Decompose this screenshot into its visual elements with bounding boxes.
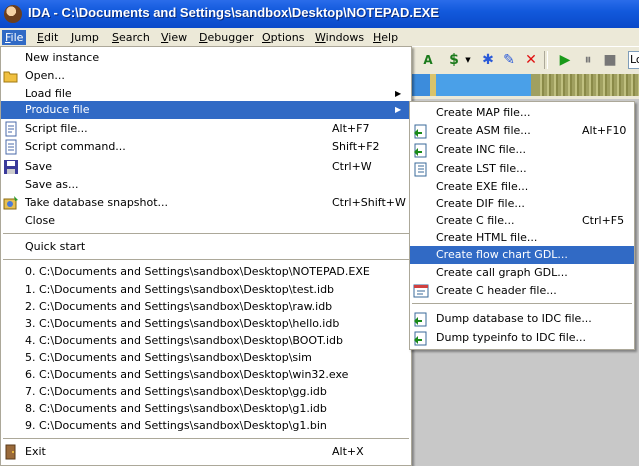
menu-item-create-asm[interactable]: Create ASM file... Alt+F10 [410, 122, 634, 140]
recent-file-item[interactable]: 0. C:\Documents and Settings\sandbox\Des… [1, 263, 411, 281]
menu-item-create-flow-chart[interactable]: Create flow chart GDL... [410, 246, 634, 264]
chevron-down-icon[interactable]: ▼ [460, 52, 476, 68]
title-bar: IDA - C:\Documents and Settings\sandbox\… [0, 0, 639, 28]
menu-item-open[interactable]: Open... [1, 67, 411, 85]
snapshot-icon [3, 196, 18, 210]
script-command-icon [5, 139, 17, 155]
menu-item-save-as[interactable]: Save as... [1, 176, 411, 194]
floppy-disk-icon [4, 160, 18, 174]
menu-item-create-dif[interactable]: Create DIF file... [410, 195, 634, 213]
menu-item-dump-typeinfo[interactable]: Dump typeinfo to IDC file... [410, 329, 634, 347]
ida-app-icon[interactable] [4, 5, 22, 23]
recent-file-item[interactable]: 9. C:\Documents and Settings\sandbox\Des… [1, 417, 411, 435]
menu-separator [3, 438, 409, 439]
menu-item-create-exe[interactable]: Create EXE file... [410, 178, 634, 196]
menu-item-take-snapshot[interactable]: Take database snapshot... Ctrl+Shift+W [1, 194, 411, 212]
menu-file[interactable]: File [2, 30, 27, 45]
open-folder-icon [3, 71, 18, 83]
asm-file-icon [414, 124, 427, 139]
recent-file-item[interactable]: 6. C:\Documents and Settings\sandbox\Des… [1, 366, 411, 384]
menu-item-save[interactable]: Save Ctrl+W [1, 158, 411, 176]
recent-file-item[interactable]: 7. C:\Documents and Settings\sandbox\Des… [1, 383, 411, 401]
recent-file-item[interactable]: 5. C:\Documents and Settings\sandbox\Des… [1, 349, 411, 367]
menu-separator [412, 303, 632, 304]
rename-icon[interactable]: ✎ [501, 52, 517, 68]
debugger-combo[interactable]: Lo [628, 51, 639, 69]
menu-item-create-lst[interactable]: Create LST file... [410, 160, 634, 178]
menu-item-script-file[interactable]: Script file... Alt+F7 [1, 120, 411, 138]
menu-jump[interactable]: Jump [68, 30, 102, 45]
star-icon[interactable]: ✱ [480, 52, 496, 68]
toolbar: A $ ▼ ✱ ✎ ✕ ▶ ⏸ ■ [412, 46, 639, 73]
menu-separator [3, 259, 409, 260]
recent-file-item[interactable]: 8. C:\Documents and Settings\sandbox\Des… [1, 400, 411, 418]
menu-item-create-c[interactable]: Create C file... Ctrl+F5 [410, 212, 634, 230]
c-header-icon [413, 284, 429, 298]
menu-item-create-inc[interactable]: Create INC file... [410, 141, 634, 159]
window-title: IDA - C:\Documents and Settings\sandbox\… [28, 5, 439, 20]
recent-file-item[interactable]: 1. C:\Documents and Settings\sandbox\Des… [1, 281, 411, 299]
lst-file-icon [414, 162, 427, 177]
menu-item-create-html[interactable]: Create HTML file... [410, 229, 634, 247]
dump-typeinfo-icon [414, 331, 427, 346]
produce-file-submenu: Create MAP file... Create ASM file... Al… [409, 101, 635, 350]
recent-file-item[interactable]: 2. C:\Documents and Settings\sandbox\Des… [1, 298, 411, 316]
menu-bar: File Edit Jump Search View Debugger Opti… [0, 28, 639, 46]
menu-debugger[interactable]: Debugger [196, 30, 256, 45]
file-menu: New instance Open... Load file ▶ Produce… [0, 46, 412, 466]
menu-item-script-command[interactable]: Script command... Shift+F2 [1, 138, 411, 156]
menu-windows[interactable]: Windows [312, 30, 367, 45]
menu-search[interactable]: Search [109, 30, 153, 45]
toolbar-separator [544, 51, 548, 69]
delete-icon[interactable]: ✕ [523, 52, 539, 68]
menu-item-exit[interactable]: Exit Alt+X [1, 443, 411, 461]
menu-edit[interactable]: Edit [34, 30, 61, 45]
menu-item-produce-file[interactable]: Produce file ▶ [1, 101, 411, 119]
navigation-band[interactable] [412, 74, 639, 96]
menu-item-dump-database[interactable]: Dump database to IDC file... [410, 310, 634, 328]
exit-door-icon [5, 444, 16, 460]
submenu-arrow-icon: ▶ [395, 105, 402, 114]
menu-item-create-call-graph[interactable]: Create call graph GDL... [410, 264, 634, 282]
dump-idc-icon [414, 312, 427, 327]
inc-file-icon [414, 143, 427, 158]
menu-item-close[interactable]: Close [1, 212, 411, 230]
menu-item-create-map[interactable]: Create MAP file... [410, 104, 634, 122]
menu-item-create-c-header[interactable]: Create C header file... [410, 282, 634, 300]
menu-item-quick-start[interactable]: Quick start [1, 238, 411, 256]
menu-item-new-instance[interactable]: New instance [1, 49, 411, 67]
script-file-icon [5, 121, 17, 137]
menu-view[interactable]: View [158, 30, 190, 45]
menu-help[interactable]: Help [370, 30, 401, 45]
menu-separator [3, 233, 409, 234]
run-icon[interactable]: ▶ [557, 52, 573, 68]
recent-file-item[interactable]: 3. C:\Documents and Settings\sandbox\Des… [1, 315, 411, 333]
code-icon[interactable]: A [420, 52, 436, 68]
stop-icon[interactable]: ■ [602, 52, 618, 68]
menu-options[interactable]: Options [259, 30, 307, 45]
recent-file-item[interactable]: 4. C:\Documents and Settings\sandbox\Des… [1, 332, 411, 350]
pause-icon[interactable]: ⏸ [580, 52, 596, 68]
